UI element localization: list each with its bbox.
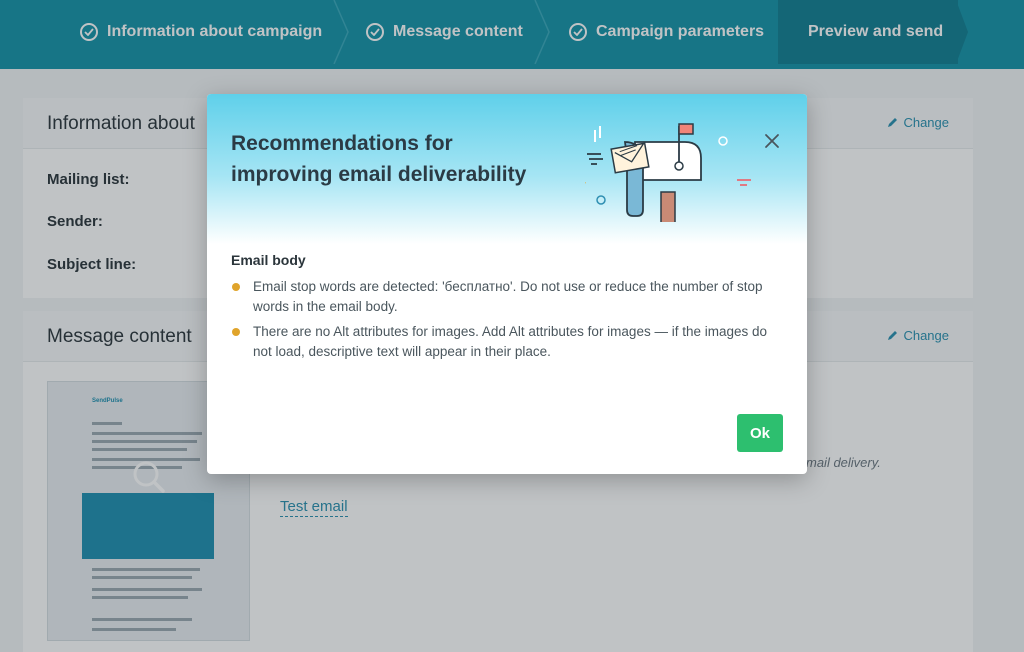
bullet-dot-icon: [232, 283, 240, 291]
email-body-heading: Email body: [231, 252, 306, 268]
mailbox-illustration: [585, 123, 751, 222]
list-item: Email stop words are detected: 'бесплатн…: [231, 277, 787, 317]
recommendation-text: Email stop words are detected: 'бесплатн…: [253, 279, 763, 314]
recommendation-text: There are no Alt attributes for images. …: [253, 324, 768, 359]
list-item: There are no Alt attributes for images. …: [231, 322, 787, 362]
recommendations-list: Email stop words are detected: 'бесплатн…: [231, 277, 787, 367]
deliverability-modal: Recommendations for improving email deli…: [207, 94, 807, 474]
modal-title: Recommendations for improving email deli…: [231, 132, 527, 186]
bullet-dot-icon: [232, 328, 240, 336]
close-icon[interactable]: [763, 132, 781, 150]
ok-button[interactable]: Ok: [737, 414, 783, 452]
